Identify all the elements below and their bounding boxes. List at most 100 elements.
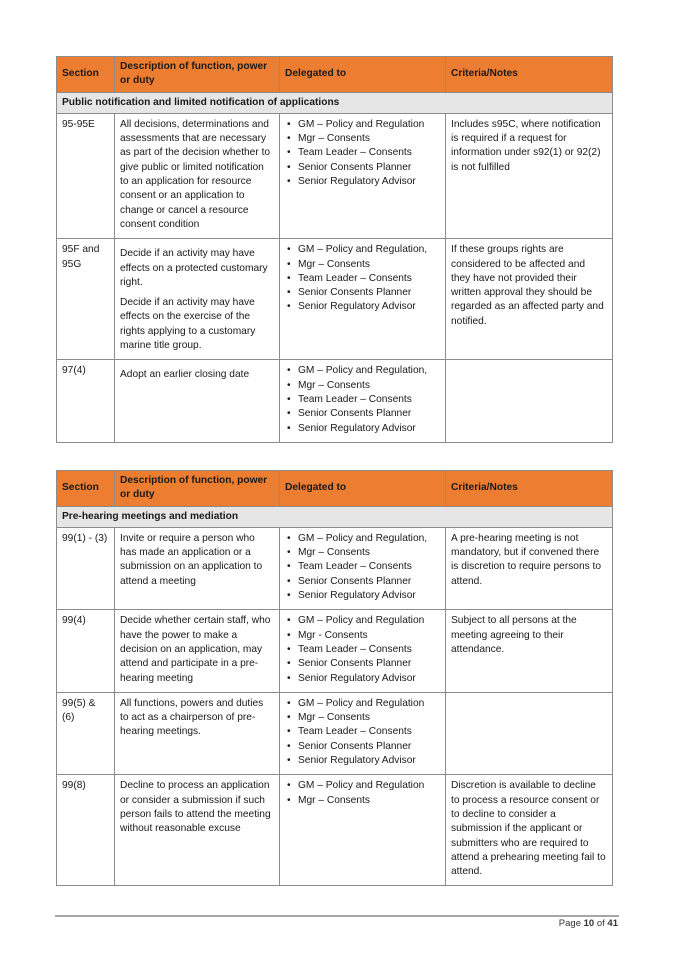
group-heading-row: Pre-hearing meetings and mediation — [56, 505, 613, 528]
delegate-item: Senior Regulatory Advisor — [285, 754, 440, 769]
table-row: 99(1) - (3) Invite or require a person w… — [56, 526, 613, 611]
delegated-to-cell: GM – Policy and Regulation Mgr – Consent… — [279, 112, 446, 240]
table-header-row: Section Description of function, power o… — [56, 56, 613, 93]
header-criteria: Criteria/Notes — [445, 470, 613, 507]
delegated-to-cell: GM – Policy and Regulation, Mgr – Consen… — [279, 238, 446, 361]
delegate-list: GM – Policy and Regulation, Mgr – Consen… — [285, 364, 440, 437]
delegate-item: GM – Policy and Regulation — [285, 697, 440, 712]
description-cell: All functions, powers and duties to act … — [114, 691, 280, 776]
delegate-item: Senior Regulatory Advisor — [285, 300, 440, 315]
header-section: Section — [56, 470, 115, 507]
header-delegated-to: Delegated to — [279, 56, 446, 93]
description-cell: Decide whether certain staff, who have t… — [114, 609, 280, 693]
description-cell: Invite or require a person who has made … — [114, 526, 280, 611]
delegate-item: Senior Consents Planner — [285, 575, 440, 590]
delegations-table-public-notification: Section Description of function, power o… — [56, 56, 613, 443]
table-row: 95-95E All decisions, determinations and… — [56, 112, 613, 240]
delegated-to-cell: GM – Policy and Regulation, Mgr – Consen… — [279, 526, 446, 611]
delegate-item: Team Leader – Consents — [285, 393, 440, 408]
delegate-item: Mgr – Consents — [285, 132, 440, 147]
delegated-to-cell: GM – Policy and Regulation Mgr – Consent… — [279, 774, 446, 887]
description-paragraph: Decline to process an application or con… — [120, 780, 271, 835]
group-heading-row: Public notification and limited notifica… — [56, 91, 613, 114]
delegate-item: GM – Policy and Regulation, — [285, 243, 440, 258]
delegate-item: Senior Regulatory Advisor — [285, 422, 440, 437]
description-paragraph: All functions, powers and duties to act … — [120, 697, 264, 738]
section-cell: 97(4) — [56, 359, 115, 443]
criteria-cell: Discretion is available to decline to pr… — [445, 774, 613, 887]
group-heading: Pre-hearing meetings and mediation — [56, 505, 613, 528]
delegated-to-cell: GM – Policy and Regulation Mgr – Consent… — [279, 691, 446, 776]
description-cell: All decisions, determinations and assess… — [114, 112, 280, 240]
section-cell: 99(8) — [56, 774, 115, 887]
delegations-table-pre-hearing: Section Description of function, power o… — [56, 470, 613, 887]
delegate-list: GM – Policy and Regulation Mgr – Consent… — [285, 118, 440, 190]
delegate-item: GM – Policy and Regulation — [285, 614, 440, 629]
delegate-item: Mgr - Consents — [285, 629, 440, 644]
table-row: 97(4) Adopt an earlier closing date GM –… — [56, 359, 613, 443]
group-heading: Public notification and limited notifica… — [56, 91, 613, 114]
delegate-item: Senior Consents Planner — [285, 657, 440, 672]
section-cell: 99(1) - (3) — [56, 526, 115, 611]
delegate-item: Mgr – Consents — [285, 794, 440, 809]
table-row: 95F and 95G Decide if an activity may ha… — [56, 238, 613, 361]
header-criteria: Criteria/Notes — [445, 56, 613, 93]
description-cell: Decline to process an application or con… — [114, 774, 280, 887]
criteria-cell — [445, 691, 613, 776]
header-description: Description of function, power or duty — [114, 56, 280, 93]
description-paragraph: Decide if an activity may have effects o… — [120, 248, 268, 288]
delegate-item: GM – Policy and Regulation, — [285, 532, 440, 547]
description-paragraph: Invite or require a person who has made … — [120, 532, 263, 587]
delegate-item: Senior Regulatory Advisor — [285, 589, 440, 604]
section-cell: 95-95E — [56, 112, 115, 240]
delegate-item: Senior Regulatory Advisor — [285, 672, 440, 687]
footer-divider — [55, 915, 619, 917]
description-cell: Decide if an activity may have effects o… — [114, 238, 280, 361]
table-row: 99(5) & (6) All functions, powers and du… — [56, 691, 613, 776]
delegate-item: Mgr – Consents — [285, 379, 440, 394]
description-paragraph: Decide if an activity may have effects o… — [120, 297, 256, 352]
delegated-to-cell: GM – Policy and Regulation Mgr - Consent… — [279, 609, 446, 693]
description-paragraph: Decide whether certain staff, who have t… — [120, 615, 271, 684]
delegate-item: GM – Policy and Regulation — [285, 779, 440, 794]
page-total: 41 — [607, 918, 618, 929]
delegate-item: Mgr – Consents — [285, 711, 440, 726]
section-cell: 99(5) & (6) — [56, 691, 115, 776]
delegate-list: GM – Policy and Regulation Mgr – Consent… — [285, 779, 440, 808]
delegate-item: Team Leader – Consents — [285, 725, 440, 740]
section-cell: 99(4) — [56, 609, 115, 693]
delegate-list: GM – Policy and Regulation Mgr - Consent… — [285, 614, 440, 687]
delegated-to-cell: GM – Policy and Regulation, Mgr – Consen… — [279, 359, 446, 443]
delegate-item: Team Leader – Consents — [285, 272, 440, 287]
delegate-list: GM – Policy and Regulation, Mgr – Consen… — [285, 532, 440, 604]
criteria-cell: Subject to all persons at the meeting ag… — [445, 609, 613, 693]
criteria-cell: Includes s95C, where notification is req… — [445, 112, 613, 240]
table-header-row: Section Description of function, power o… — [56, 470, 613, 507]
delegate-item: Team Leader – Consents — [285, 560, 440, 575]
delegate-item: GM – Policy and Regulation, — [285, 364, 440, 379]
delegate-item: Senior Consents Planner — [285, 161, 440, 176]
table-row: 99(8) Decline to process an application … — [56, 774, 613, 887]
delegate-item: Senior Regulatory Advisor — [285, 175, 440, 190]
delegate-item: Senior Consents Planner — [285, 740, 440, 755]
delegate-item: Senior Consents Planner — [285, 407, 440, 422]
criteria-cell — [445, 359, 613, 443]
section-cell: 95F and 95G — [56, 238, 115, 361]
delegate-item: Mgr – Consents — [285, 258, 440, 273]
delegate-item: Team Leader – Consents — [285, 643, 440, 658]
description-paragraph: Adopt an earlier closing date — [120, 369, 250, 381]
criteria-cell: A pre-hearing meeting is not mandatory, … — [445, 526, 613, 611]
header-description: Description of function, power or duty — [114, 470, 280, 507]
delegate-list: GM – Policy and Regulation, Mgr – Consen… — [285, 243, 440, 315]
header-section: Section — [56, 56, 115, 93]
page-of: of — [596, 918, 605, 929]
delegate-item: Senior Consents Planner — [285, 286, 440, 301]
header-delegated-to: Delegated to — [279, 470, 446, 507]
criteria-cell: If these groups rights are considered to… — [445, 238, 613, 361]
table-row: 99(4) Decide whether certain staff, who … — [56, 609, 613, 693]
delegate-list: GM – Policy and Regulation Mgr – Consent… — [285, 697, 440, 769]
delegate-item: GM – Policy and Regulation — [285, 118, 440, 133]
delegate-item: Team Leader – Consents — [285, 146, 440, 161]
description-paragraph: All decisions, determinations and assess… — [120, 118, 271, 230]
delegate-item: Mgr – Consents — [285, 546, 440, 561]
